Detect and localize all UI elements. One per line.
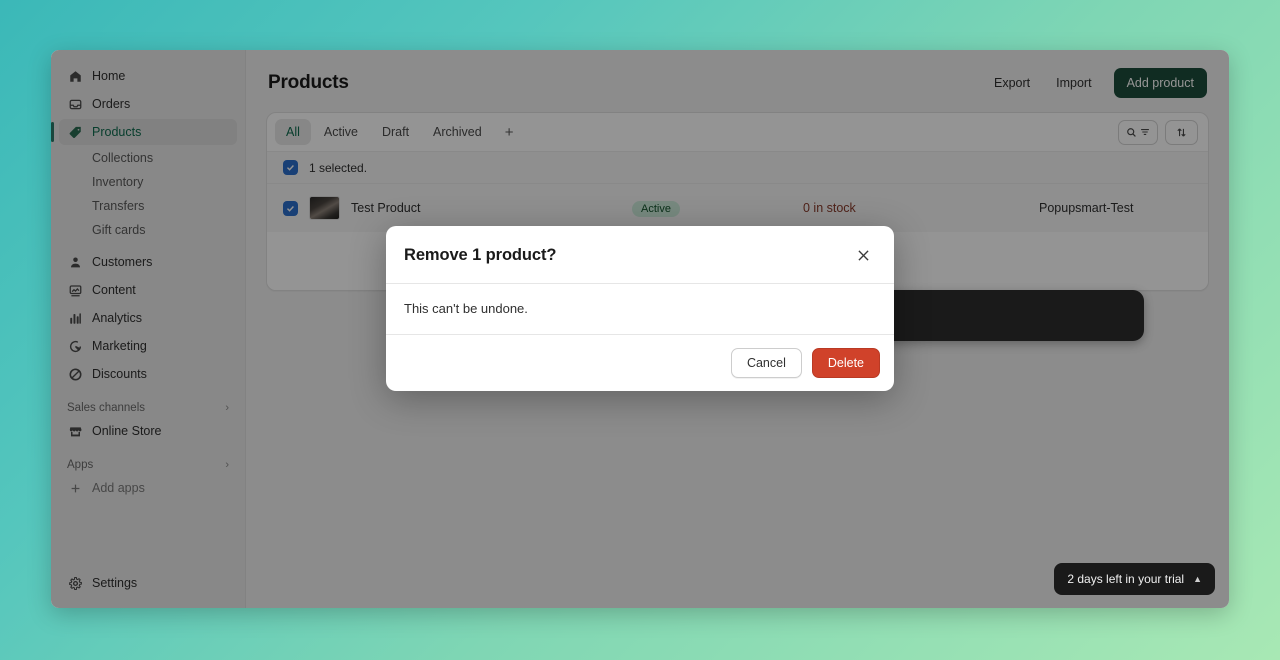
sidebar-item-add-apps[interactable]: Add apps [59, 475, 237, 501]
check-icon [286, 165, 294, 171]
product-thumbnail [309, 196, 340, 220]
plus-icon [67, 482, 83, 495]
modal-footer: Cancel Delete [386, 335, 894, 391]
tab-draft[interactable]: Draft [371, 119, 420, 145]
sidebar-subitem-label: Collections [92, 151, 154, 165]
marketing-icon [67, 338, 83, 354]
active-indicator [51, 122, 54, 142]
sidebar-item-transfers[interactable]: Transfers [59, 194, 237, 218]
selected-count-label: 1 selected. [309, 160, 368, 175]
delete-button[interactable]: Delete [811, 348, 880, 378]
filter-icon [1141, 129, 1149, 135]
caret-up-icon: ▲ [1193, 574, 1202, 584]
sidebar-item-label: Home [92, 69, 126, 83]
sidebar-item-label: Discounts [92, 367, 147, 381]
sidebar-item-collections[interactable]: Collections [59, 146, 237, 170]
product-name-link[interactable]: Test Product [351, 201, 621, 215]
sidebar-item-label: Add apps [92, 481, 145, 495]
sidebar-item-label: Products [92, 125, 142, 139]
add-product-button[interactable]: Add product [1113, 68, 1207, 98]
export-button[interactable]: Export [984, 70, 1040, 96]
check-icon [286, 205, 294, 212]
orders-icon [67, 96, 83, 112]
sidebar-item-marketing[interactable]: Marketing [59, 333, 237, 359]
sidebar-item-label: Analytics [92, 311, 143, 325]
tab-tools [1118, 119, 1200, 145]
sort-icon [1177, 128, 1186, 136]
sidebar-item-orders[interactable]: Orders [59, 91, 237, 117]
sidebar-item-online-store[interactable]: Online Store [59, 418, 237, 444]
status-badge: Active [632, 201, 680, 217]
remove-product-modal: Remove 1 product? This can't be undone. … [386, 226, 894, 391]
vendor-cell: Popupsmart-Test [1039, 201, 1134, 215]
sidebar: Home Orders Products Collections Invento… [51, 50, 246, 608]
page-title: Products [268, 72, 349, 93]
tab-bar: All Active Draft Archived + [267, 113, 1208, 152]
analytics-icon [67, 310, 83, 326]
sidebar-item-content[interactable]: Content [59, 277, 237, 303]
sidebar-item-label: Marketing [92, 339, 147, 353]
sidebar-item-products[interactable]: Products [51, 119, 237, 145]
tab-active[interactable]: Active [313, 119, 369, 145]
chevron-right-icon: › [225, 459, 229, 471]
search-icon [1127, 127, 1136, 137]
discount-icon [67, 366, 83, 382]
sidebar-subitem-label: Inventory [92, 175, 144, 189]
sidebar-item-home[interactable]: Home [59, 63, 237, 89]
sidebar-item-gift-cards[interactable]: Gift cards [59, 218, 237, 242]
sidebar-item-settings[interactable]: Settings [59, 570, 237, 596]
content-icon [67, 282, 83, 298]
cancel-button[interactable]: Cancel [730, 348, 802, 378]
trial-label: 2 days left in your trial [1067, 572, 1185, 586]
tab-archived[interactable]: Archived [422, 119, 493, 145]
row-checkbox[interactable] [283, 200, 298, 216]
gear-icon [67, 575, 83, 591]
sidebar-item-label: Online Store [92, 424, 162, 438]
select-all-checkbox[interactable] [283, 160, 298, 175]
sidebar-section-sales-channels[interactable]: Sales channels › [67, 402, 229, 414]
close-icon[interactable] [850, 242, 876, 268]
page-header: Products Export Import Add product [246, 50, 1229, 108]
modal-body-text: This can't be undone. [386, 284, 894, 335]
sidebar-section-label: Apps [67, 459, 94, 471]
header-actions: Export Import Add product [984, 68, 1207, 98]
sidebar-item-discounts[interactable]: Discounts [59, 361, 237, 387]
tag-icon [67, 124, 83, 140]
sidebar-item-label: Settings [92, 576, 138, 590]
sidebar-item-label: Content [92, 283, 136, 297]
sidebar-item-label: Customers [92, 255, 153, 269]
table-row[interactable]: Test Product Active 0 in stock Popupsmar… [267, 184, 1208, 232]
sidebar-section-apps[interactable]: Apps › [67, 459, 229, 471]
add-tab-button[interactable]: + [495, 122, 524, 143]
import-button[interactable]: Import [1046, 70, 1101, 96]
sidebar-section-label: Sales channels [67, 402, 145, 414]
sidebar-item-analytics[interactable]: Analytics [59, 305, 237, 331]
modal-title: Remove 1 product? [404, 245, 557, 264]
chevron-right-icon: › [225, 402, 229, 414]
sort-button[interactable] [1165, 119, 1198, 145]
status-cell: Active [632, 199, 792, 217]
select-all-bar: 1 selected. [267, 152, 1208, 184]
sidebar-item-label: Orders [92, 97, 131, 111]
person-icon [67, 254, 83, 270]
store-icon [67, 423, 83, 439]
sidebar-item-inventory[interactable]: Inventory [59, 170, 237, 194]
inventory-cell: 0 in stock [803, 201, 856, 215]
sidebar-item-customers[interactable]: Customers [59, 249, 237, 275]
trial-status-pill[interactable]: 2 days left in your trial ▲ [1054, 563, 1215, 595]
home-icon [67, 68, 83, 84]
tab-all[interactable]: All [275, 119, 311, 145]
tabs: All Active Draft Archived + [275, 119, 523, 145]
search-and-filter-button[interactable] [1118, 119, 1158, 145]
sidebar-subitem-label: Transfers [92, 199, 145, 213]
sidebar-subitem-label: Gift cards [92, 223, 146, 237]
modal-header: Remove 1 product? [386, 226, 894, 284]
